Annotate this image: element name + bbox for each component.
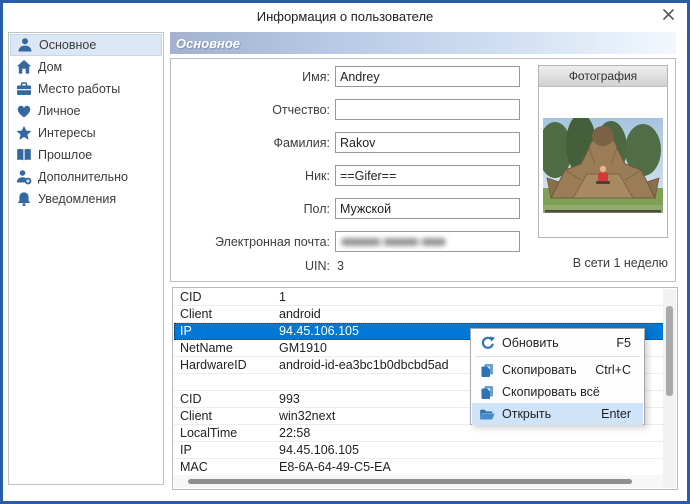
menu-item-shortcut: Ctrl+C (595, 363, 631, 377)
sidebar-item-label: Прошлое (38, 148, 93, 162)
sidebar-item-label: Личное (38, 104, 81, 118)
home-icon (15, 59, 33, 76)
table-cell-key: MAC (180, 460, 208, 474)
table-cell-value: E8-6A-64-49-C5-EA (279, 460, 391, 474)
sidebar-item-label: Дом (38, 60, 63, 74)
surname-label: Фамилия: (273, 136, 330, 150)
close-icon (662, 7, 674, 25)
uin-value: 3 (337, 259, 344, 273)
window-title: Информация о пользователе (256, 9, 434, 24)
bell-icon (15, 191, 33, 208)
gender-label: Пол: (303, 202, 330, 216)
table-cell-key: Client (180, 409, 212, 423)
close-button[interactable] (657, 5, 679, 27)
menu-item-label: Открыть (502, 407, 552, 421)
table-cell-key: NetName (180, 341, 233, 355)
table-cell-key: CID (180, 290, 202, 304)
table-cell-key: CID (180, 392, 202, 406)
context-menu: Обновить F5 Скопировать Ctrl+C Скопирова… (470, 328, 645, 425)
menu-item-refresh[interactable]: Обновить F5 (472, 332, 643, 354)
email-label: Электронная почта: (214, 235, 330, 249)
table-cell-key: Client (180, 307, 212, 321)
book-icon (15, 147, 33, 164)
table-row[interactable]: LocalTime 22:58 (174, 425, 664, 442)
star-icon (15, 125, 33, 142)
gender-field[interactable] (335, 198, 520, 219)
table-cell-value: 94.45.106.105 (279, 443, 359, 457)
menu-item-shortcut: Enter (601, 407, 631, 421)
sidebar-item-past[interactable]: Прошлое (10, 144, 162, 166)
menu-item-label: Скопировать (502, 363, 577, 377)
menu-item-copy-all[interactable]: Скопировать всё (472, 381, 643, 403)
copy-icon (472, 363, 502, 378)
title-bar: Информация о пользователе (3, 3, 687, 29)
nick-field[interactable] (335, 165, 520, 186)
table-cell-value: 1 (279, 290, 286, 304)
table-cell-key: IP (180, 443, 192, 457)
email-field[interactable] (335, 231, 520, 252)
name-field[interactable] (335, 66, 520, 87)
horizontal-scrollbar[interactable] (174, 475, 663, 488)
sidebar-item-label: Дополнительно (38, 170, 128, 184)
sidebar-item-main[interactable]: Основное (10, 34, 162, 56)
menu-item-copy[interactable]: Скопировать Ctrl+C (472, 359, 643, 381)
surname-field[interactable] (335, 132, 520, 153)
person-plus-icon (15, 169, 33, 186)
menu-separator (475, 356, 640, 357)
sidebar: Основное Дом Место работы Личное Интерес… (8, 32, 164, 485)
open-folder-icon (472, 407, 502, 422)
table-cell-value: android (279, 307, 321, 321)
sidebar-item-personal[interactable]: Личное (10, 100, 162, 122)
horizontal-scrollbar-thumb[interactable] (188, 479, 632, 484)
user-photo (543, 118, 663, 213)
menu-item-shortcut: F5 (616, 336, 631, 350)
menu-item-open[interactable]: Открыть Enter (472, 403, 643, 425)
briefcase-icon (15, 81, 33, 98)
name-label: Имя: (302, 70, 330, 84)
section-header: Основное (170, 32, 676, 54)
copy-all-icon (472, 385, 502, 400)
sidebar-item-label: Основное (39, 38, 97, 52)
table-cell-key: IP (180, 324, 192, 338)
user-info-window: Информация о пользователе Основное Дом М… (0, 0, 690, 504)
vertical-scrollbar[interactable] (663, 289, 676, 475)
table-row[interactable]: IP 94.45.106.105 (174, 442, 664, 459)
sidebar-item-label: Место работы (38, 82, 121, 96)
menu-item-label: Скопировать всё (502, 385, 600, 399)
sidebar-item-home[interactable]: Дом (10, 56, 162, 78)
photo-panel-header: Фотография (539, 66, 667, 87)
sidebar-item-work[interactable]: Место работы (10, 78, 162, 100)
scrollbar-corner (663, 475, 676, 488)
table-cell-value: 22:58 (279, 426, 311, 440)
patronymic-label: Отчество: (272, 103, 330, 117)
person-icon (16, 37, 34, 54)
vertical-scrollbar-thumb[interactable] (666, 306, 673, 396)
section-header-label: Основное (176, 35, 241, 51)
sidebar-item-label: Интересы (38, 126, 96, 140)
table-row[interactable]: MAC E8-6A-64-49-C5-EA (174, 459, 664, 476)
photo-panel: Фотография (538, 65, 668, 238)
heart-icon (15, 103, 33, 120)
online-status: В сети 1 неделю (572, 256, 668, 270)
table-cell-key: HardwareID (180, 358, 247, 372)
table-row[interactable]: CID 1 (174, 289, 664, 306)
table-cell-key: LocalTime (180, 426, 238, 440)
sidebar-item-notifications[interactable]: Уведомления (10, 188, 162, 210)
table-row[interactable]: Client android (174, 306, 664, 323)
uin-label: UIN: (305, 259, 330, 273)
obscured-email-text (341, 238, 446, 246)
sidebar-item-label: Уведомления (38, 192, 117, 206)
refresh-icon (472, 335, 502, 351)
sidebar-item-interests[interactable]: Интересы (10, 122, 162, 144)
patronymic-field[interactable] (335, 99, 520, 120)
sidebar-item-additional[interactable]: Дополнительно (10, 166, 162, 188)
menu-item-label: Обновить (502, 336, 559, 350)
nick-label: Ник: (305, 169, 330, 183)
